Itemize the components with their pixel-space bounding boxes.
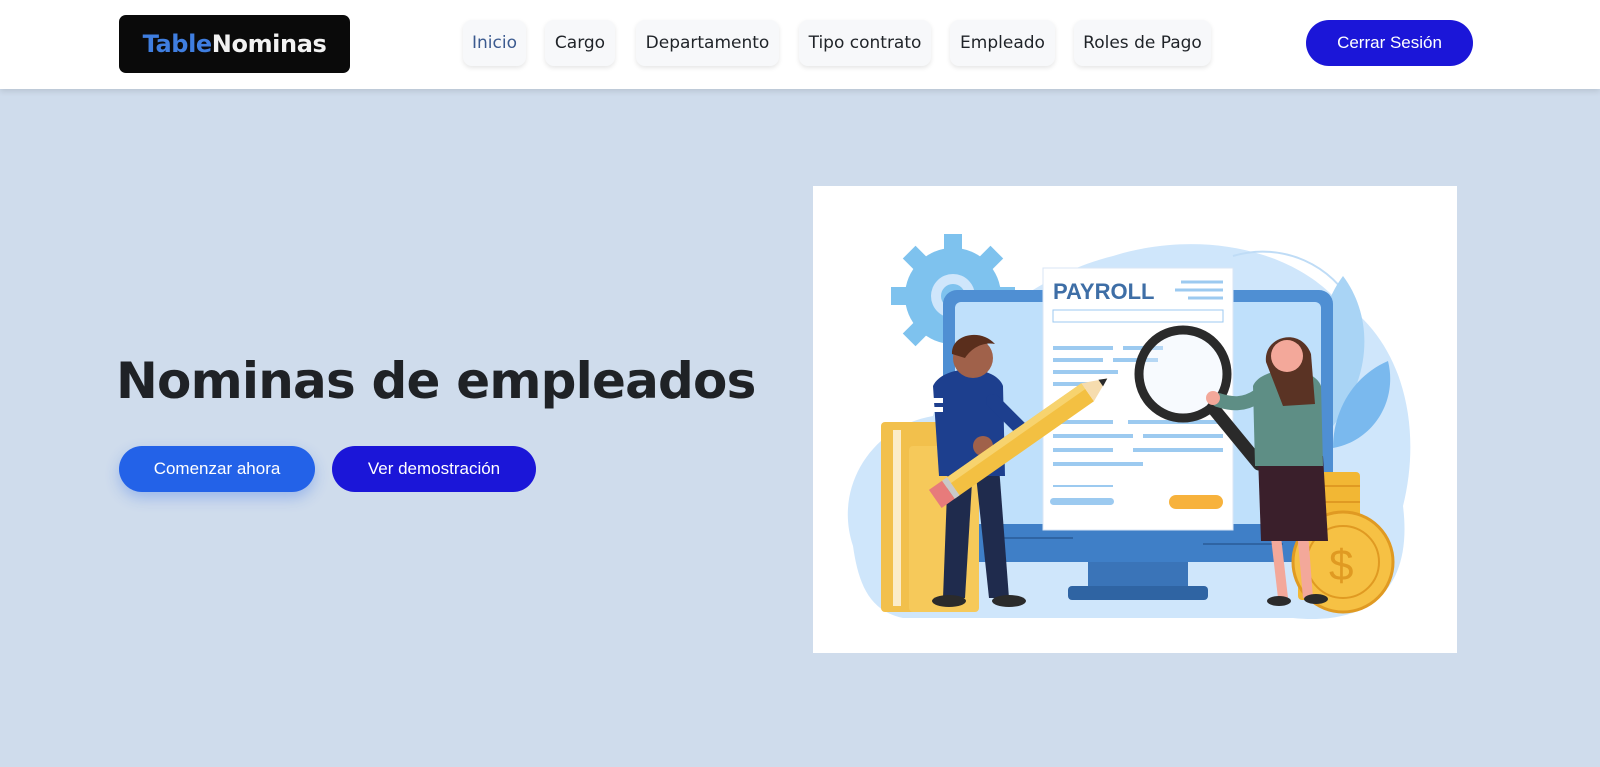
nav-item-roles-de-pago[interactable]: Roles de Pago bbox=[1074, 20, 1211, 66]
hero-title: Nominas de empleados bbox=[116, 352, 756, 410]
logout-button[interactable]: Cerrar Sesión bbox=[1306, 20, 1473, 66]
start-now-button[interactable]: Comenzar ahora bbox=[119, 446, 315, 492]
document-title: PAYROLL bbox=[1053, 279, 1154, 304]
brand-logo-part1: Table bbox=[142, 30, 213, 58]
nav-item-departamento[interactable]: Departamento bbox=[636, 20, 779, 66]
nav-item-tipo-contrato[interactable]: Tipo contrato bbox=[799, 20, 931, 66]
brand-logo-part2: Nominas bbox=[211, 30, 327, 58]
view-demo-button[interactable]: Ver demostración bbox=[332, 446, 536, 492]
nav-item-empleado[interactable]: Empleado bbox=[950, 20, 1055, 66]
top-navbar: Table Nominas Inicio Cargo Departamento T… bbox=[0, 0, 1600, 89]
payroll-illustration: PAYROLL $ bbox=[813, 186, 1457, 653]
nav-item-inicio[interactable]: Inicio bbox=[463, 20, 526, 66]
brand-logo[interactable]: Table Nominas bbox=[119, 15, 350, 73]
nav-item-cargo[interactable]: Cargo bbox=[545, 20, 615, 66]
currency-symbol: $ bbox=[1329, 541, 1353, 590]
